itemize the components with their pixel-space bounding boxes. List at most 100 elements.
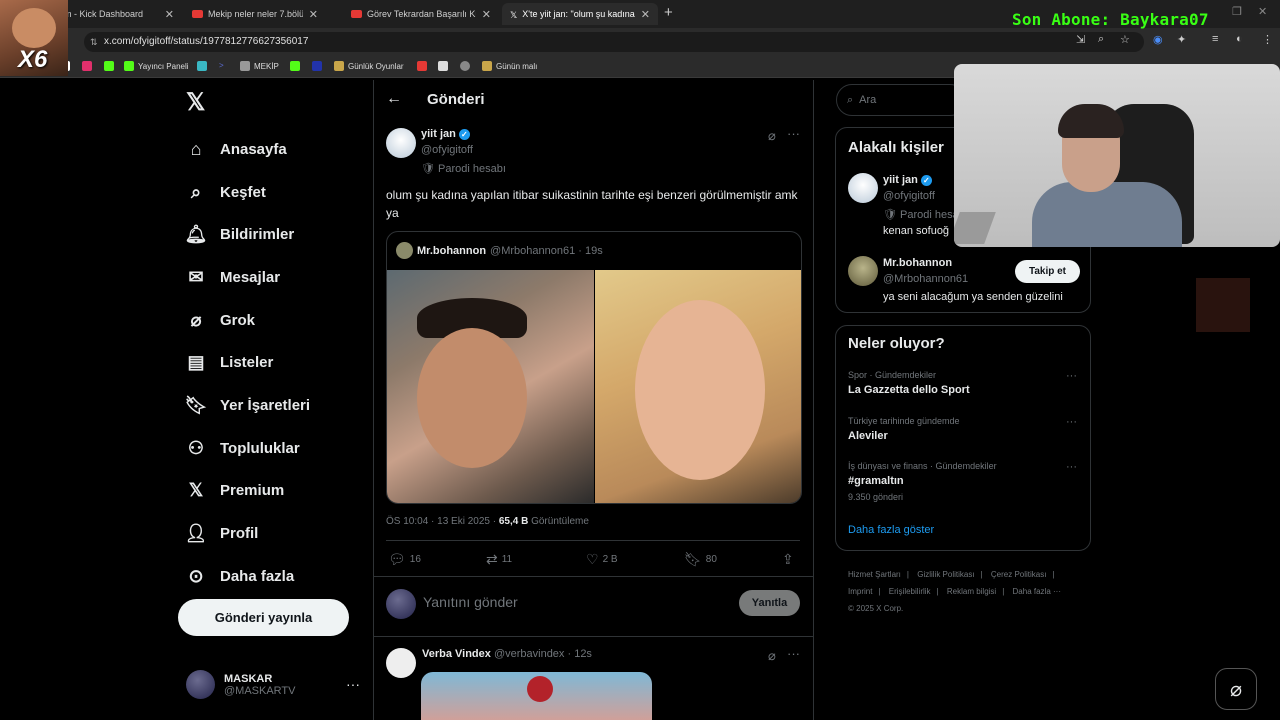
tab-youtube-mekip[interactable]: Mekip neler neler 7.bölüm ZOR ✕ [184,3,326,25]
retweet-action[interactable]: ⇄ 11 [486,551,512,568]
bookmark-action[interactable]: 🔖︎ 80 [684,551,717,568]
emote-overlay: X6 [0,0,68,76]
reply-button[interactable]: Yanıtla [739,590,800,616]
follow-button[interactable]: Takip et [1015,260,1080,283]
reply-input[interactable]: Yanıtını gönder [423,594,518,610]
more-icon[interactable]: ··· [346,676,360,692]
site-info-icon[interactable]: ⇅ [90,32,98,52]
footer-link-ads[interactable]: Reklam bilgisi [947,587,996,596]
person-name[interactable]: yiit jan ✓ [883,174,932,186]
bookmark-kick-2[interactable] [290,61,304,71]
timestamp[interactable]: ÖS 10:04 · 13 Eki 2025 · [386,516,499,527]
bookmark-gunun-mali[interactable]: Günün malı [482,61,537,71]
nav-explore[interactable]: ⌕ Keşfet [184,171,310,214]
close-icon[interactable]: ✕ [482,8,491,21]
account-switcher[interactable]: MASKAR @MASKARTV [186,670,295,699]
bookmark-globe[interactable] [460,61,474,71]
nav-home[interactable]: ⌂ Anasayfa [184,128,310,171]
more-icon[interactable]: ··· [787,126,800,141]
nav-premium[interactable]: 𝕏 Premium [184,470,310,513]
close-icon[interactable]: ✕ [309,8,318,21]
footer-link-more[interactable]: Daha fazla ··· [1013,587,1061,596]
footer-link-accessibility[interactable]: Erişilebilirlik [889,587,931,596]
more-icon[interactable]: ··· [1066,370,1077,382]
person-name[interactable]: Mr.bohannon [883,257,952,269]
envelope-icon: ✉ [188,266,204,287]
person-handle[interactable]: @Mrbohannon61 [883,273,968,285]
back-arrow-icon[interactable]: ← [386,90,402,108]
nav-notifications[interactable]: 🔔︎ Bildirimler [184,213,310,256]
quoted-author-name: Mr.bohannon [417,244,487,257]
trend-title[interactable]: Aleviler [848,430,888,442]
bookmark-youtube[interactable] [417,61,431,71]
person-handle[interactable]: @ofyigitoff [883,190,935,202]
menu-icon[interactable]: ⋮ [1262,33,1273,46]
share-action[interactable]: ⇪ [782,551,798,568]
view-count: 65,4 B [498,516,529,527]
x-logo-icon[interactable]: 𝕏 [186,88,205,117]
extension-shield-icon[interactable]: ◉ [1153,33,1163,46]
account-handle: @MASKARTV [224,684,296,697]
more-icon[interactable]: ··· [1066,416,1077,428]
tab-x-post[interactable]: 𝕏 X'te yiit jan: "olum şu kadına ya ✕ [502,3,658,25]
nav-lists[interactable]: ▤ Listeler [184,341,310,384]
avatar[interactable] [848,173,878,203]
nav-more[interactable]: ⊙ Daha fazla [184,555,310,598]
quoted-image-left[interactable] [387,270,594,503]
footer-link-cookies[interactable]: Çerez Politikası [991,570,1047,579]
avatar[interactable] [848,256,878,286]
profile-icon[interactable]: ◐ [1236,33,1243,45]
nav-communities[interactable]: ⚇ Topluluklar [184,427,310,470]
bookmark-game[interactable] [438,61,452,71]
star-icon[interactable]: ☆ [1120,33,1130,46]
quoted-image-right[interactable] [595,270,801,503]
bookmark-arrow[interactable]: > [219,61,224,70]
bookmark-blue[interactable] [312,61,326,71]
footer-link-terms[interactable]: Hizmet Şartları [848,570,901,579]
author-handle[interactable]: @ofyigitoff [421,144,473,156]
zoom-icon[interactable]: ⌕ [1098,33,1104,46]
url-field[interactable]: ⇅ x.com/ofyigitoff/status/19778127766273… [84,32,1144,52]
bookmark-instagram[interactable] [82,61,96,71]
more-icon[interactable]: ··· [787,646,800,661]
bookmark-teal[interactable] [197,61,211,71]
media-icon[interactable]: ≡ [1212,33,1218,45]
bookmark-gunluk-oyunlar[interactable]: Günlük Oyunlar [334,61,404,71]
close-icon[interactable]: ✕ [641,8,650,21]
reply-action[interactable]: 💬︎ 16 [388,551,421,568]
search-input[interactable]: ⌕ Ara [836,84,966,116]
more-icon[interactable]: ··· [1066,461,1077,473]
bookmark-mekip[interactable]: MEKİP [240,61,279,71]
footer-link-imprint[interactable]: Imprint [848,587,872,596]
nav-messages[interactable]: ✉ Mesajlar [184,256,310,299]
author-name[interactable]: yiit jan ✓ [421,128,470,140]
minimize-icon[interactable]: ❐ [1232,5,1242,18]
grok-icon[interactable]: ⌀ [768,648,776,664]
reply-author[interactable]: Verba Vindex @verbavindex · 12s [422,648,592,660]
new-tab-icon[interactable]: + [664,4,673,21]
nav-bookmarks[interactable]: 🔖︎ Yer İşaretleri [184,384,311,427]
tab-youtube-gorev[interactable]: Görev Tekrardan Başarılı Kumtaş ✕ [343,3,499,25]
extensions-icon[interactable]: ✦ [1177,33,1186,46]
column-divider [813,80,814,720]
install-icon[interactable]: ⇲ [1076,33,1085,46]
avatar[interactable] [386,128,416,158]
avatar[interactable] [386,648,416,678]
grok-icon[interactable]: ⌀ [768,128,776,144]
grok-floating-button[interactable]: ⌀ [1215,668,1257,710]
footer-link-privacy[interactable]: Gizlilik Politikası [917,570,974,579]
show-more-link[interactable]: Daha fazla göster [848,524,934,536]
close-window-icon[interactable]: ✕ [1258,5,1267,18]
nav-profile[interactable]: 👤︎ Profil [184,512,310,555]
trend-title[interactable]: #gramaltın [848,475,904,487]
like-action[interactable]: ♡ 2 B [586,551,618,568]
reply-image[interactable] [421,672,652,720]
quoted-tweet[interactable]: Mr.bohannon @Mrbohannon61 · 19s [386,231,802,504]
trend-title[interactable]: La Gazzetta dello Sport [848,384,970,396]
bookmark-yayinci-paneli[interactable]: Yayıncı Paneli [124,61,189,71]
post-button[interactable]: Gönderi yayınla [178,599,349,636]
panel-title: Neler oluyor? [848,335,945,352]
close-icon[interactable]: ✕ [165,8,174,21]
nav-grok[interactable]: ⌀ Grok [184,299,310,342]
bookmark-kick[interactable] [104,61,118,71]
